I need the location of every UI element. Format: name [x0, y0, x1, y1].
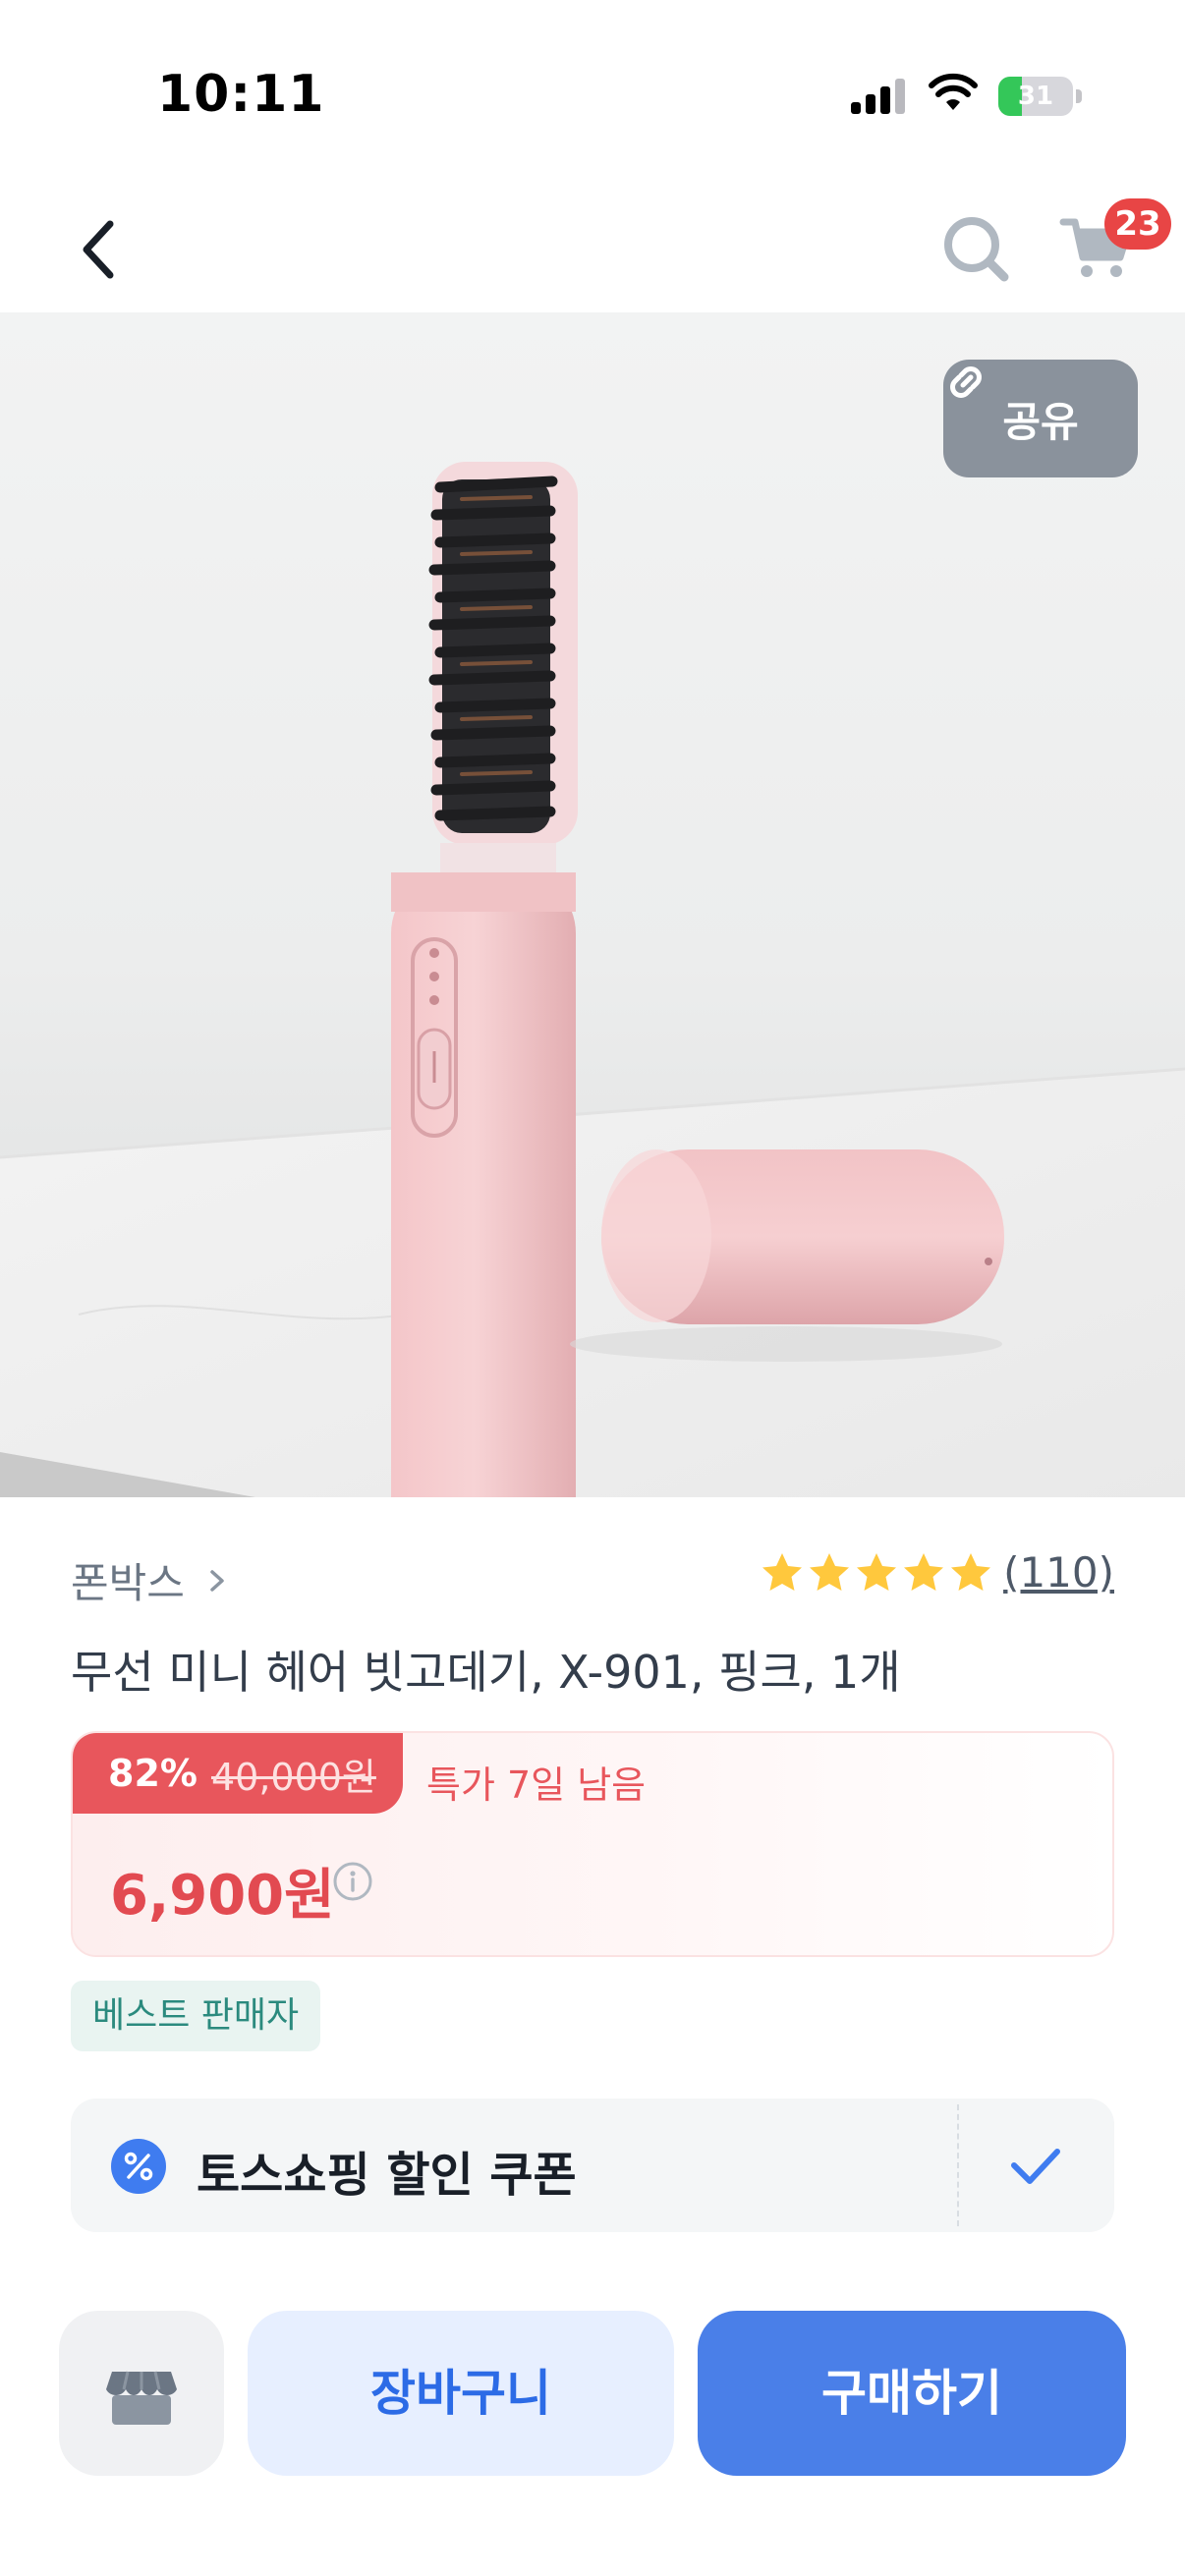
sale-price: 6,900원	[110, 1864, 335, 1928]
add-to-cart-button[interactable]: 장바구니	[248, 2311, 674, 2476]
review-count[interactable]: (110)	[1003, 1548, 1114, 1596]
seller-link[interactable]: 폰박스	[71, 1550, 232, 1610]
share-button[interactable]: 공유	[943, 360, 1138, 477]
share-label: 공유	[1002, 397, 1079, 446]
star-rating	[760, 1550, 993, 1596]
cart-count-badge: 23	[1104, 198, 1171, 250]
price-box: 82% 40,000원 특가 7일 남음 6,900원	[71, 1731, 1114, 1957]
link-icon	[950, 366, 982, 398]
star-icon	[762, 1552, 803, 1591]
battery-level: 31	[1017, 82, 1054, 111]
product-photo	[0, 462, 1185, 1497]
wifi-icon	[929, 73, 978, 110]
best-seller-badge: 베스트 판매자	[71, 1981, 321, 2051]
store-button[interactable]	[59, 2311, 224, 2476]
rating[interactable]: (110)	[760, 1548, 1114, 1596]
top-nav-bar: 23	[0, 187, 1185, 312]
cellular-signal-icon	[851, 79, 906, 114]
coupon-label: 토스쇼핑 할인 쿠폰	[197, 2148, 577, 2203]
status-bar: 10:11 31	[0, 0, 1185, 187]
store-icon	[106, 2371, 177, 2425]
star-icon	[810, 1552, 850, 1591]
original-price: 40,000원	[210, 1755, 376, 1799]
discount-rate: 82%	[108, 1752, 198, 1795]
discount-coupon-row[interactable]: 토스쇼핑 할인 쿠폰	[71, 2099, 1114, 2232]
info-icon[interactable]	[330, 1859, 375, 1904]
discount-tag: 82% 40,000원	[73, 1733, 403, 1814]
chevron-left-icon[interactable]	[71, 212, 130, 287]
buy-now-button[interactable]: 구매하기	[698, 2311, 1126, 2476]
search-icon[interactable]	[937, 210, 1016, 289]
deal-remaining: 특가 7일 남음	[426, 1764, 647, 1807]
product-title: 무선 미니 헤어 빗고데기, X-901, 핑크, 1개	[71, 1646, 901, 1699]
battery-icon: 31	[998, 77, 1082, 116]
status-time: 10:11	[157, 65, 325, 124]
star-icon	[951, 1552, 991, 1591]
check-icon[interactable]	[1004, 2134, 1067, 2197]
coupon-divider	[957, 2104, 959, 2226]
product-image[interactable]: 공유	[0, 312, 1185, 1497]
seller-name: 폰박스	[71, 1559, 185, 1607]
star-icon	[904, 1552, 944, 1591]
percent-icon	[111, 2139, 166, 2194]
star-icon	[857, 1552, 897, 1591]
chevron-right-icon	[210, 1569, 224, 1592]
